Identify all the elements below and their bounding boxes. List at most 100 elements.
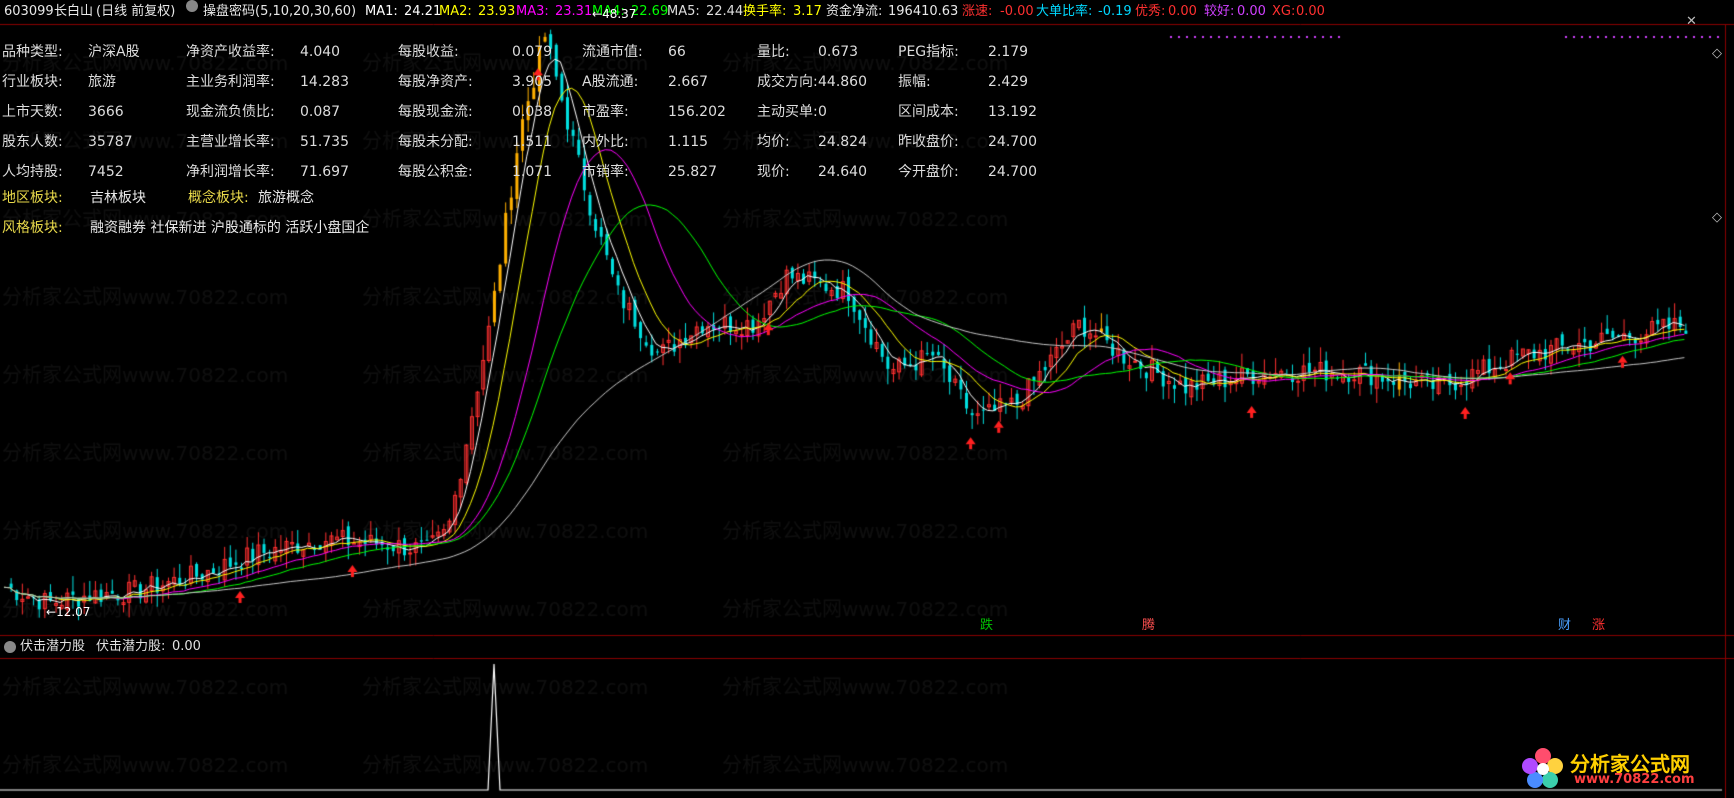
ma3-value: 23.31 — [555, 4, 593, 19]
low-price-arrow-icon: ← — [46, 605, 57, 619]
info-label: 量比: — [757, 44, 790, 60]
high-price-mark: ←48.37 — [592, 6, 636, 22]
low-price-value: 12.07 — [56, 605, 91, 619]
good-value: 0.00 — [1237, 4, 1266, 19]
info-value: 44.860 — [818, 74, 867, 90]
info-label: PEG指标: — [898, 44, 959, 60]
region-value: 吉林板块 — [90, 190, 146, 206]
low-price-mark: ←12.07 — [46, 604, 90, 620]
info-value: 4.040 — [300, 44, 341, 60]
info-value: 66 — [668, 44, 686, 60]
high-price-arrow-icon: ← — [592, 7, 603, 21]
fund-value: 196410.63 — [888, 4, 959, 19]
info-label: 市盈率: — [582, 104, 629, 120]
ma2-label: MA2: — [439, 4, 472, 19]
badge-finance: 财 — [1558, 618, 1572, 633]
ma1-value: 24.21 — [404, 4, 442, 19]
region-label: 地区板块: — [2, 190, 63, 206]
close-icon[interactable]: ✕ — [1686, 14, 1697, 29]
region-row: 地区板块: 吉林板块 概念板块: 旅游概念 — [2, 190, 314, 206]
info-label: 区间成本: — [898, 104, 959, 120]
info-value: 旅游 — [88, 74, 116, 90]
info-value: 0 — [818, 104, 827, 120]
ma1-label: MA1: — [365, 4, 398, 19]
good-label: 较好: — [1204, 4, 1235, 19]
info-label: 今开盘价: — [898, 164, 959, 180]
site-logo: 分析家公式网 www.70822.com — [1520, 746, 1720, 790]
info-value: 1.115 — [668, 134, 709, 150]
info-label: 振幅: — [898, 74, 931, 90]
info-value: 25.827 — [668, 164, 717, 180]
style-value: 融资融券 社保新进 沪股通标的 活跃小盘国企 — [90, 220, 370, 236]
info-value: 14.283 — [300, 74, 349, 90]
sub-settings-gear-icon[interactable] — [4, 641, 16, 653]
info-label: 均价: — [757, 134, 790, 150]
ma5-value: 22.44 — [706, 4, 744, 19]
info-value: 156.202 — [668, 104, 726, 120]
info-value: 0.087 — [300, 104, 341, 120]
info-label: 流通市值: — [582, 44, 643, 60]
info-value: 1.511 — [512, 134, 553, 150]
sub-indicator-title: 伏击潜力股 — [20, 639, 86, 654]
settings-gear-icon[interactable] — [186, 0, 198, 12]
info-label: 主营业增长率: — [186, 134, 275, 150]
info-value: 24.640 — [818, 164, 867, 180]
info-label: 市销率: — [582, 164, 629, 180]
info-label: 股东人数: — [2, 134, 63, 150]
flower-logo-icon — [1522, 748, 1563, 788]
ma3-label: MA3: — [516, 4, 549, 19]
style-row: 风格板块: 融资融券 社保新进 沪股通标的 活跃小盘国企 — [2, 220, 369, 236]
badge-up: 涨 — [1592, 618, 1606, 633]
turnover-label: 换手率: — [743, 4, 787, 19]
info-value: 24.824 — [818, 134, 867, 150]
info-label: 每股净资产: — [398, 74, 473, 90]
concept-label: 概念板块: — [188, 190, 249, 206]
speed-label: 涨速: — [962, 4, 993, 19]
info-value: 0.079 — [512, 44, 553, 60]
info-label: 每股收益: — [398, 44, 459, 60]
info-value: 0.038 — [512, 104, 553, 120]
stock-name: 长白山 — [54, 4, 94, 19]
info-value: 13.192 — [988, 104, 1037, 120]
speed-value: -0.00 — [1000, 4, 1034, 19]
info-value: 0.673 — [818, 44, 859, 60]
chart-header: 603099 长白山 (日线 前复权) 操盘密码(5,10,20,30,60) … — [0, 0, 1734, 24]
info-value: 24.700 — [988, 164, 1037, 180]
info-label: 人均持股: — [2, 164, 63, 180]
info-label: 昨收盘价: — [898, 134, 959, 150]
expand-diamond-icon[interactable]: ◇ — [1712, 46, 1722, 61]
bigorder-value: -0.19 — [1098, 4, 1132, 19]
indicator-name: 操盘密码(5,10,20,30,60) — [203, 4, 357, 19]
info-value: 24.700 — [988, 134, 1037, 150]
info-label: 每股现金流: — [398, 104, 473, 120]
ma5-label: MA5: — [667, 4, 700, 19]
bigorder-label: 大单比率: — [1036, 4, 1093, 19]
stock-code: 603099 — [4, 4, 54, 19]
turnover-value: 3.17 — [793, 4, 822, 19]
info-label: 品种类型: — [2, 44, 63, 60]
xg-value: 0.00 — [1296, 4, 1325, 19]
info-value: 2.429 — [988, 74, 1029, 90]
info-value: 35787 — [88, 134, 133, 150]
sub-indicator-value: 0.00 — [172, 639, 201, 654]
ma2-value: 23.93 — [478, 4, 516, 19]
info-label: 净资产收益率: — [186, 44, 275, 60]
info-label: A股流通: — [582, 74, 639, 90]
ma4-value: 22.69 — [631, 4, 669, 19]
info-label: 每股未分配: — [398, 134, 473, 150]
concept-value: 旅游概念 — [258, 190, 314, 206]
logo-url: www.70822.com — [1574, 772, 1695, 787]
info-value: 3666 — [88, 104, 124, 120]
info-value: 71.697 — [300, 164, 349, 180]
badge-rise-fast: 腾 — [1142, 618, 1156, 633]
info-value: 7452 — [88, 164, 124, 180]
info-value: 51.735 — [300, 134, 349, 150]
info-label: 成交方向: — [757, 74, 818, 90]
excellent-value: 0.00 — [1168, 4, 1197, 19]
badge-fall: 跌 — [980, 618, 994, 633]
collapse-diamond-icon[interactable]: ◇ — [1712, 210, 1722, 225]
info-label: 内外比: — [582, 134, 629, 150]
chart-period: (日线 前复权) — [96, 4, 176, 19]
sub-indicator-label: 伏击潜力股: — [96, 639, 166, 654]
info-label: 现价: — [757, 164, 790, 180]
